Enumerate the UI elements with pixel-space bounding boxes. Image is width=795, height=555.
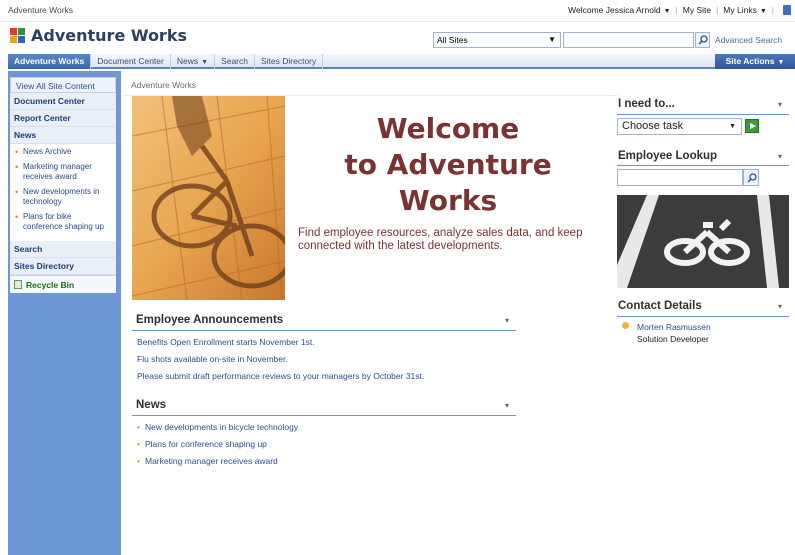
welcome-description: Find employee resources, analyze sales d… [298,227,583,252]
ql-sites-directory[interactable]: Sites Directory [10,258,116,275]
help-icon[interactable] [783,5,791,15]
webpart-divider [617,316,789,317]
user-links: Welcome Jessica Arnold ▼ | My Site | My L… [568,5,791,15]
site-actions-label: Site Actions [725,56,775,66]
ql-news-items: News Archive Marketing manager receives … [10,144,116,241]
site-title[interactable]: Adventure Works [31,26,187,45]
go-arrow-icon[interactable] [745,119,759,133]
main-content: Adventure Works Welcome to Adventure Wor… [123,71,795,555]
tab-news-label: News [176,56,199,66]
welcome-menu[interactable]: Welcome Jessica Arnold ▼ [568,5,670,15]
employee-lookup-title: Employee Lookup [618,150,718,162]
chevron-down-icon: ▼ [663,8,671,15]
search-icon [747,173,757,183]
news-item[interactable]: Plans for conference shaping up [137,439,267,449]
choose-task-value: Choose task [622,120,684,132]
search-button[interactable] [695,32,710,48]
bike-lane-image [617,195,789,288]
top-nav-bar: Adventure Works Document Center News ▼ Se… [8,54,795,69]
search-input[interactable] [563,32,694,48]
chevron-down-icon: ▼ [201,59,209,66]
ql-news[interactable]: News [10,127,116,144]
tab-search[interactable]: Search [215,54,255,69]
webpart-divider [132,330,516,331]
site-actions-menu[interactable]: Site Actions ▼ [715,54,795,69]
ql-news-item[interactable]: New developments in technology [14,187,112,207]
contact-details-title: Contact Details [618,300,702,312]
separator: | [716,5,719,15]
news-item[interactable]: New developments in bicycle technology [137,422,298,432]
ql-report-center[interactable]: Report Center [10,110,116,127]
ql-news-item[interactable]: Plans for bike conference shaping up [14,212,112,232]
logo-tile [10,28,17,35]
webpart-menu-icon[interactable]: ▾ [778,152,782,161]
choose-task-select[interactable]: Choose task ▼ [617,118,742,135]
view-all-site-content-link[interactable]: View All Site Content [10,77,116,93]
ql-news-item[interactable]: Marketing manager receives award [14,162,112,182]
announcement-item[interactable]: Flu shots available on-site in November. [137,354,288,364]
quick-launch: View All Site Content Document Center Re… [8,71,121,555]
chevron-down-icon: ▼ [777,59,785,66]
contact-name-link[interactable]: Morten Rasmussen [637,322,711,332]
my-links-menu[interactable]: My Links ▼ [723,5,766,15]
site-breadcrumb-link[interactable]: Adventure Works [8,5,73,15]
news-title[interactable]: News [136,399,166,411]
recycle-bin-icon [14,280,22,289]
site-logo-icon[interactable] [10,28,27,44]
bike-lane-photo [617,195,789,288]
recycle-bin-link[interactable]: Recycle Bin [10,275,116,293]
ql-document-center[interactable]: Document Center [10,93,116,110]
search-icon [698,35,708,45]
employee-lookup-button[interactable] [743,169,759,186]
recycle-bin-label: Recycle Bin [26,279,75,290]
logo-tile [18,28,25,35]
webpart-divider [617,165,789,166]
tab-news[interactable]: News ▼ [171,54,216,69]
advanced-search-link[interactable]: Advanced Search [715,35,782,45]
separator: | [675,5,678,15]
news-item[interactable]: Marketing manager receives award [137,456,278,466]
webpart-menu-icon[interactable]: ▾ [778,302,782,311]
chevron-down-icon: ▼ [729,123,736,130]
breadcrumb[interactable]: Adventure Works [131,80,196,90]
nav-tabs: Adventure Works Document Center News ▼ Se… [8,54,324,69]
chevron-down-icon: ▼ [759,8,767,15]
webpart-menu-icon[interactable]: ▾ [505,316,509,325]
announcements-title[interactable]: Employee Announcements [136,314,283,326]
chevron-down-icon: ▼ [548,35,556,44]
tab-adventure-works[interactable]: Adventure Works [8,54,92,69]
contact-role: Solution Developer [637,334,709,344]
webpart-menu-icon[interactable]: ▾ [505,401,509,410]
webpart-menu-icon[interactable]: ▾ [778,100,782,109]
announcement-item[interactable]: Please submit draft performance reviews … [137,371,424,381]
my-site-link[interactable]: My Site [683,5,711,15]
welcome-line: Works [398,184,498,217]
webpart-divider [132,415,516,416]
presence-icon [622,322,629,329]
welcome-heading: Welcome to Adventure Works [303,111,593,219]
welcome-line: Welcome [376,112,520,145]
search-scope-select[interactable]: All Sites ▼ [433,32,561,48]
ql-news-item[interactable]: News Archive [14,147,112,157]
quick-launch-panel: View All Site Content Document Center Re… [10,77,116,293]
top-utility-bar: Adventure Works Welcome Jessica Arnold ▼ … [0,0,795,22]
separator: | [771,5,774,15]
i-need-to-title: I need to... [618,98,675,110]
logo-tile [18,36,25,43]
welcome-line: to Adventure [344,148,552,181]
photo-image [132,96,285,300]
search-scope-value: All Sites [437,35,468,45]
bicycle-shadow-photo [132,96,285,300]
my-links-label: My Links [723,5,757,15]
welcome-label: Welcome Jessica Arnold [568,5,661,15]
site-header: Adventure Works All Sites ▼ Advanced Sea… [0,22,795,54]
announcement-item[interactable]: Benefits Open Enrollment starts November… [137,337,315,347]
logo-tile [10,36,17,43]
employee-lookup-input[interactable] [617,169,743,186]
tab-sites-directory[interactable]: Sites Directory [255,54,324,69]
tab-document-center[interactable]: Document Center [91,54,171,69]
webpart-divider [617,114,789,115]
ql-search[interactable]: Search [10,241,116,258]
